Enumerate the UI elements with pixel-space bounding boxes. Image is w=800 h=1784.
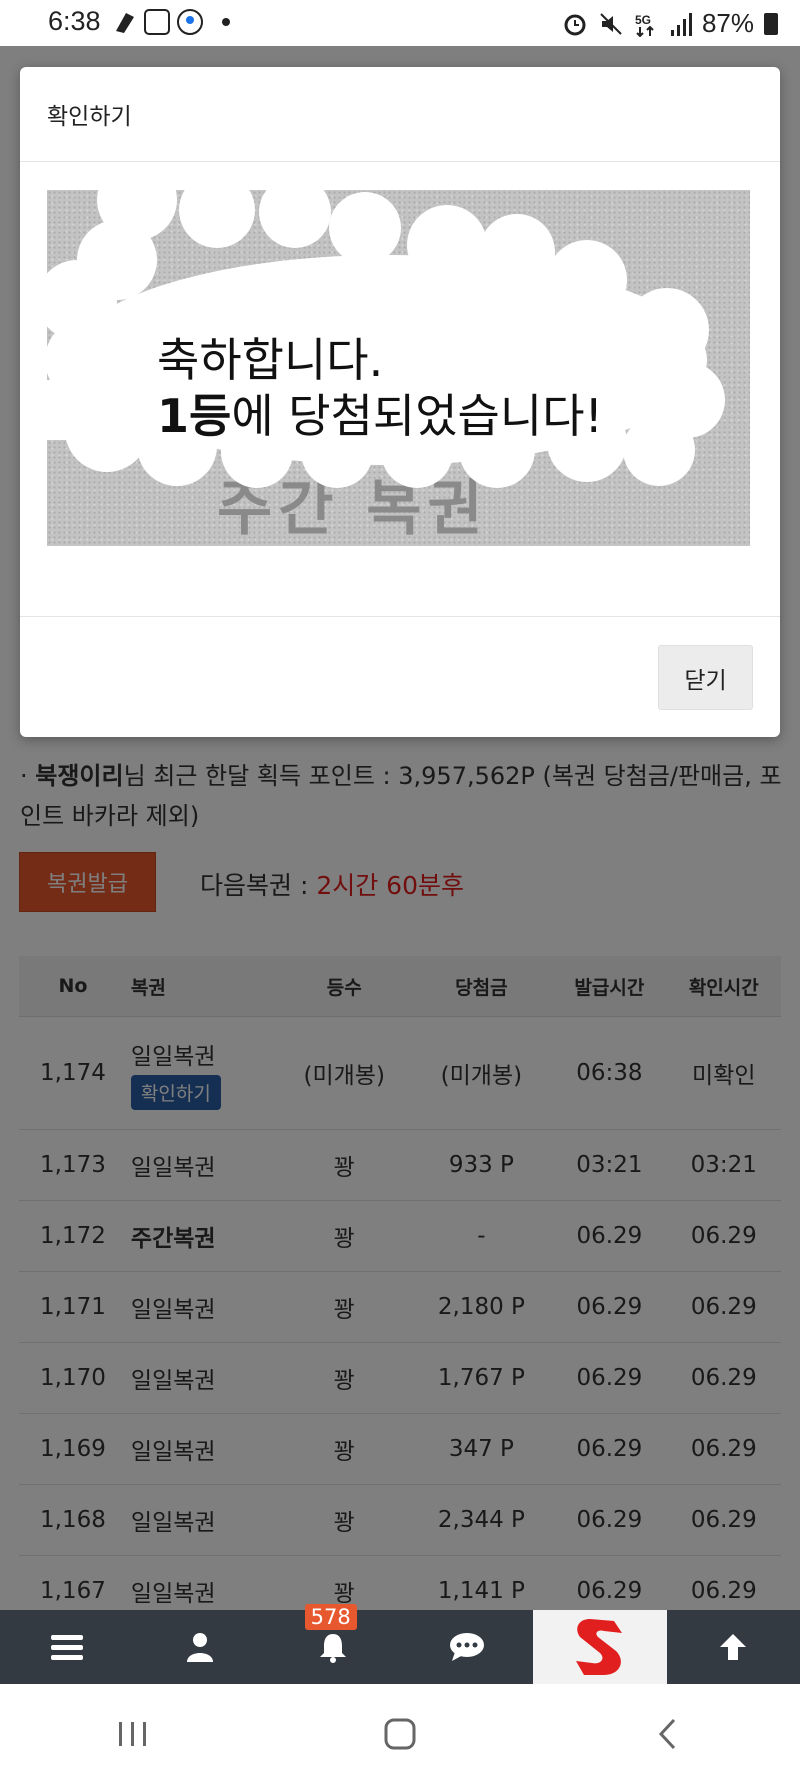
recent-apps-button[interactable] [93,1704,173,1764]
modal-footer: 닫기 [20,616,780,737]
modal-header: 확인하기 [20,67,780,162]
status-bar: 6:38 5G 87% [0,0,800,46]
system-nav-bar [0,1684,800,1784]
svg-text:5G: 5G [635,13,651,27]
more-notifications-dot [222,18,230,26]
user-icon [186,1633,213,1662]
bottom-nav: 578 [0,1604,800,1684]
nav-notifications[interactable]: 578 [267,1604,400,1684]
nav-profile[interactable] [133,1610,266,1684]
win-rank: 1등 [157,389,232,443]
chat-icon [449,1633,484,1661]
menu-icon [50,1635,83,1660]
mute-icon [600,12,622,35]
nav-chat[interactable] [400,1610,533,1684]
app-notification-icon [116,13,134,33]
status-left-icons [112,8,230,36]
network-5g-icon: 5G [635,13,654,37]
home-icon [384,1718,416,1750]
bell-icon [320,1634,347,1663]
modal-title: 확인하기 [47,104,132,130]
close-button[interactable]: 닫기 [658,645,753,710]
back-icon [658,1718,675,1750]
alarm-icon [564,14,586,35]
recent-apps-icon [119,1722,147,1746]
win-message-suffix: 에 당첨되었습니다! [231,389,603,443]
home-button[interactable] [360,1704,440,1764]
win-message: 축하합니다. 1등에 당첨되었습니다! [157,332,603,444]
site-logo-icon [575,1619,622,1675]
result-modal: 확인하기 주간 복권 축하합니다. 1등에 당첨되었습니다! 닫기 [20,67,780,737]
status-right-icons: 5G 87% [562,8,778,39]
battery-icon [764,12,778,35]
scratch-card[interactable]: 주간 복권 축하합니다. 1등에 당첨되었습니다! [47,190,750,546]
nav-home-logo[interactable] [533,1610,667,1684]
arrow-up-icon [720,1634,747,1660]
status-time: 6:38 [48,6,101,36]
back-button[interactable] [627,1704,707,1764]
nav-menu[interactable] [0,1610,133,1684]
app-notification-icon [144,9,170,35]
win-message-line2: 1등에 당첨되었습니다! [157,388,603,444]
signal-icon [670,12,692,36]
notification-badge: 578 [304,1604,357,1630]
modal-body: 주간 복권 축하합니다. 1등에 당첨되었습니다! [47,190,750,546]
location-icon [177,9,203,35]
win-message-line1: 축하합니다. [157,333,384,387]
nav-scroll-top[interactable] [667,1610,800,1684]
battery-percent: 87% [701,8,754,38]
